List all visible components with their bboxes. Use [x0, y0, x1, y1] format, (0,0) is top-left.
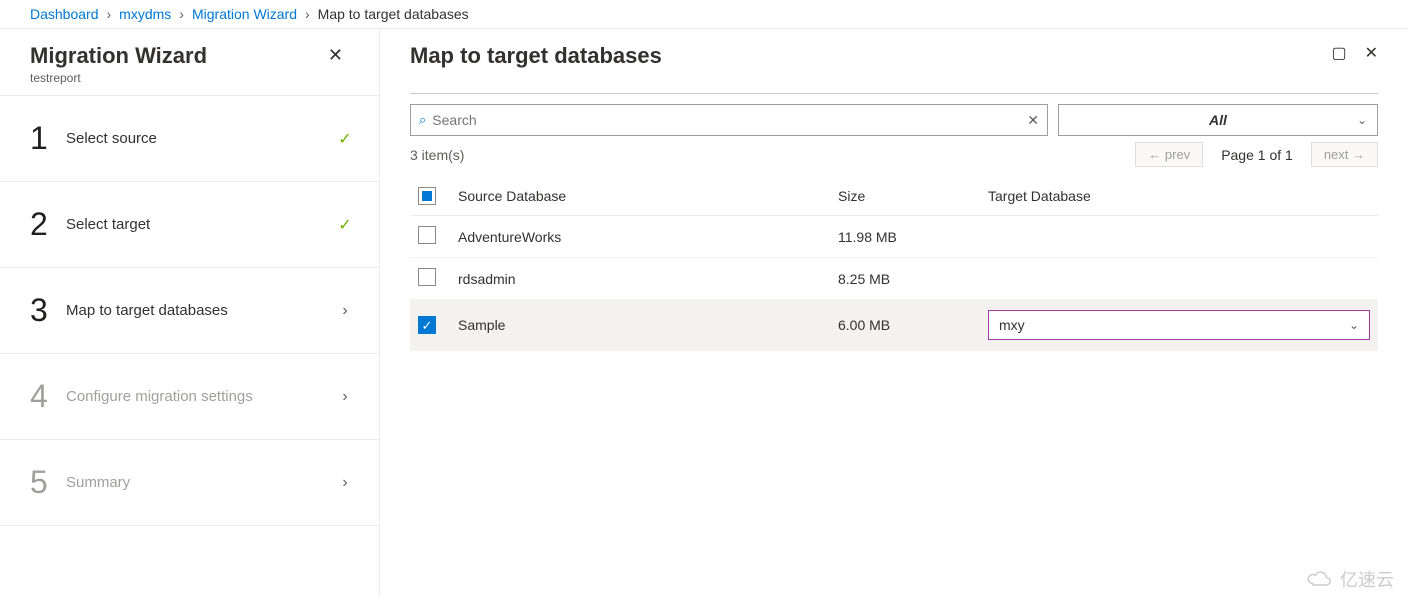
chevron-right-icon: ›: [335, 474, 355, 492]
size-cell: 8.25 MB: [830, 258, 980, 300]
chevron-right-icon: ›: [107, 6, 112, 22]
step-label: Select source: [66, 130, 335, 147]
filter-dropdown[interactable]: All ⌄: [1058, 104, 1378, 136]
select-value: mxy: [999, 317, 1025, 333]
step-summary[interactable]: 5 Summary ›: [0, 440, 379, 526]
step-map-databases[interactable]: 3 Map to target databases ›: [0, 268, 379, 354]
watermark: 亿速云: [1304, 566, 1394, 592]
step-label: Summary: [66, 474, 335, 491]
step-configure-settings[interactable]: 4 Configure migration settings ›: [0, 354, 379, 440]
chevron-right-icon: ›: [305, 6, 310, 22]
chevron-right-icon: ›: [335, 302, 355, 320]
breadcrumb-link[interactable]: Dashboard: [30, 6, 99, 22]
select-all-checkbox[interactable]: [418, 187, 436, 205]
source-cell: rdsadmin: [450, 258, 830, 300]
chevron-right-icon: ›: [179, 6, 184, 22]
check-icon: ✓: [335, 215, 355, 235]
step-number: 3: [30, 292, 66, 329]
row-checkbox[interactable]: [418, 316, 436, 334]
step-select-target[interactable]: 2 Select target ✓: [0, 182, 379, 268]
target-cell: [980, 216, 1378, 258]
clear-icon[interactable]: ✕: [1027, 112, 1039, 129]
breadcrumb: Dashboard › mxydms › Migration Wizard › …: [0, 0, 1408, 29]
row-checkbox[interactable]: [418, 268, 436, 286]
pager: ← prev Page 1 of 1 next →: [1135, 142, 1378, 167]
size-cell: 6.00 MB: [830, 300, 980, 351]
next-button[interactable]: next →: [1311, 142, 1378, 167]
cloud-icon: [1304, 569, 1334, 589]
column-size[interactable]: Size: [830, 177, 980, 216]
target-cell: [980, 258, 1378, 300]
row-checkbox[interactable]: [418, 226, 436, 244]
filter-label: All: [1209, 112, 1227, 128]
step-label: Configure migration settings: [66, 388, 335, 405]
check-icon: ✓: [335, 129, 355, 149]
search-icon: ⌕: [419, 112, 426, 128]
main-panel: Map to target databases ▢ ✕ ⌕ ✕ All ⌄ 3 …: [380, 29, 1408, 597]
page-title: Map to target databases: [410, 43, 662, 69]
sidebar-title: Migration Wizard: [30, 43, 207, 69]
step-number: 2: [30, 206, 66, 243]
page-info: Page 1 of 1: [1221, 147, 1293, 163]
search-input[interactable]: [432, 112, 1027, 128]
breadcrumb-current: Map to target databases: [318, 6, 469, 22]
step-label: Select target: [66, 216, 335, 233]
step-number: 1: [30, 120, 66, 157]
table-row[interactable]: rdsadmin 8.25 MB: [410, 258, 1378, 300]
source-cell: AdventureWorks: [450, 216, 830, 258]
size-cell: 11.98 MB: [830, 216, 980, 258]
target-database-select[interactable]: mxy ⌄: [988, 310, 1370, 340]
maximize-icon[interactable]: ▢: [1331, 43, 1346, 63]
close-icon[interactable]: ✕: [1365, 43, 1378, 63]
breadcrumb-link[interactable]: mxydms: [119, 6, 171, 22]
chevron-down-icon: ⌄: [1349, 318, 1359, 332]
sidebar-subtitle: testreport: [30, 71, 207, 85]
step-select-source[interactable]: 1 Select source ✓: [0, 96, 379, 182]
table-row[interactable]: Sample 6.00 MB mxy ⌄: [410, 300, 1378, 351]
prev-button[interactable]: ← prev: [1135, 142, 1203, 167]
column-target[interactable]: Target Database: [980, 177, 1378, 216]
column-source[interactable]: Source Database: [450, 177, 830, 216]
wizard-sidebar: Migration Wizard testreport ✕ 1 Select s…: [0, 29, 380, 597]
close-icon[interactable]: ✕: [322, 43, 349, 68]
source-cell: Sample: [450, 300, 830, 351]
step-number: 5: [30, 464, 66, 501]
step-number: 4: [30, 378, 66, 415]
chevron-right-icon: ›: [335, 388, 355, 406]
breadcrumb-link[interactable]: Migration Wizard: [192, 6, 297, 22]
chevron-down-icon: ⌄: [1357, 113, 1367, 127]
search-input-wrap[interactable]: ⌕ ✕: [410, 104, 1048, 136]
item-count: 3 item(s): [410, 147, 464, 163]
step-label: Map to target databases: [66, 302, 335, 319]
table-row[interactable]: AdventureWorks 11.98 MB: [410, 216, 1378, 258]
database-table: Source Database Size Target Database Adv…: [410, 177, 1378, 351]
